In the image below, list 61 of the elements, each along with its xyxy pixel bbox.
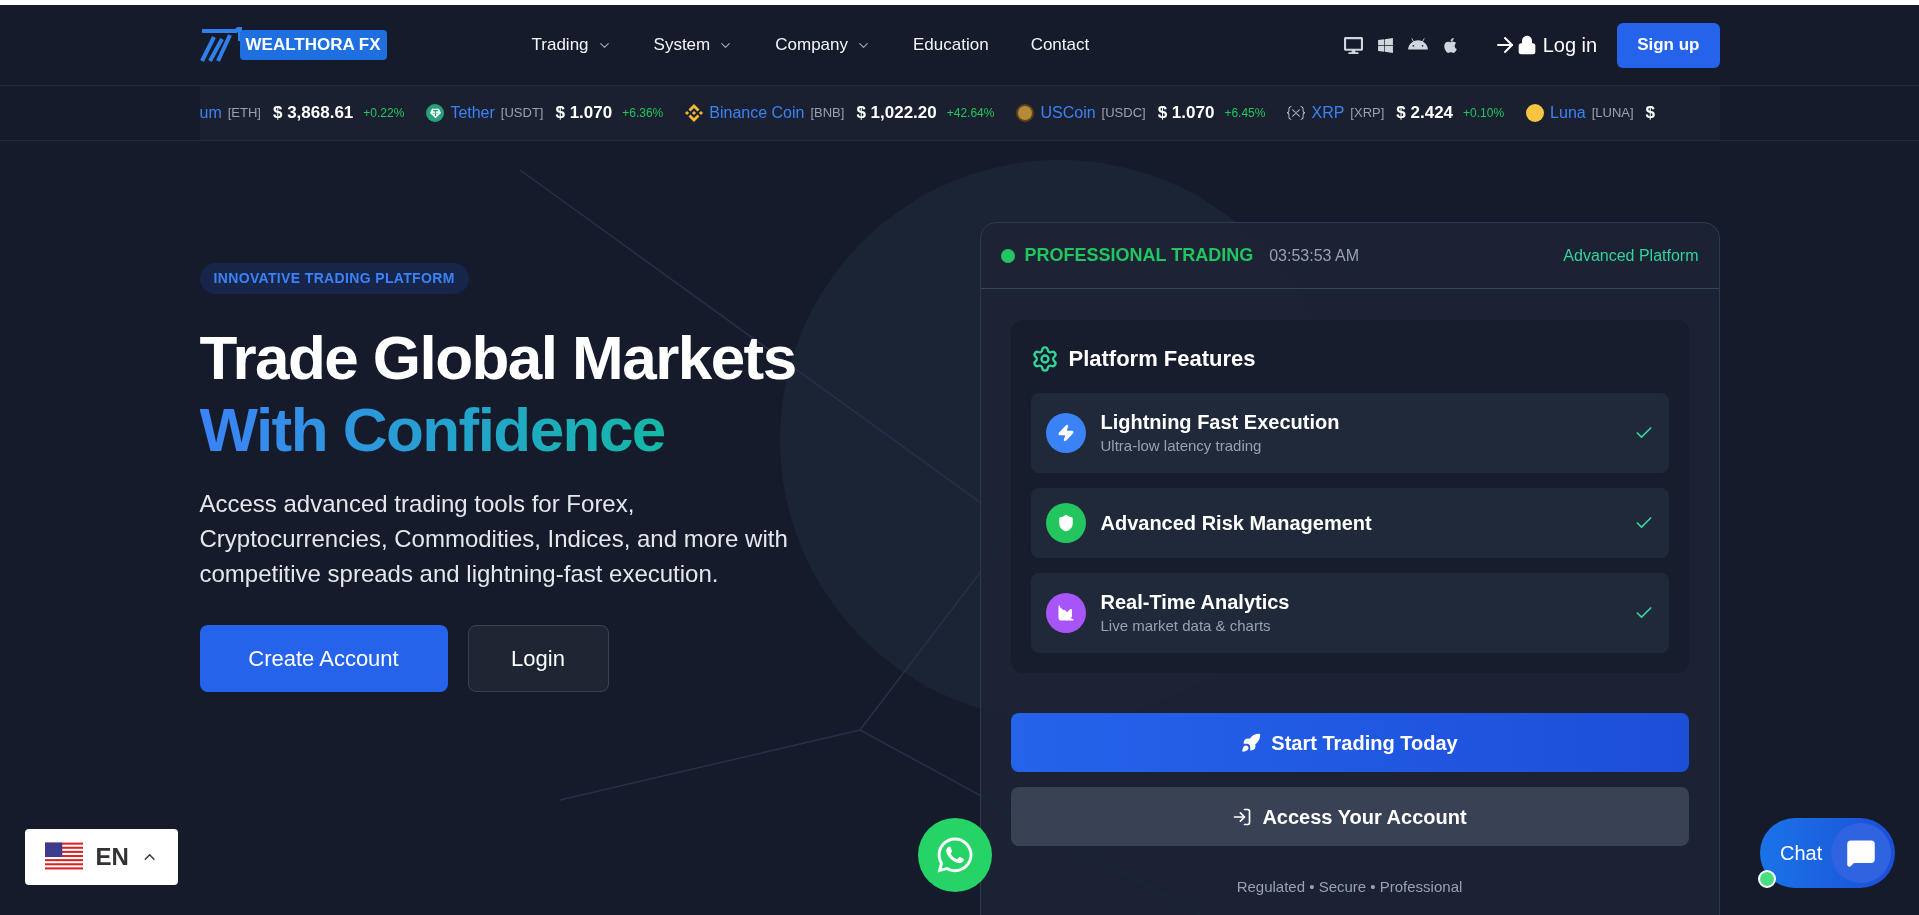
nav-link[interactable]: Education [913, 32, 989, 58]
language-selector[interactable]: EN [25, 829, 178, 885]
coin-price: $ 1.070 [1157, 102, 1215, 125]
windows-icon[interactable] [1376, 36, 1394, 54]
logo-icon [199, 27, 244, 63]
trust-note: Regulated • Secure • Professional [1235, 877, 1464, 897]
feature-subtitle: Ultra-low latency trading [1100, 435, 1263, 456]
feature-subtitle: Live market data & charts [1100, 615, 1272, 636]
feature-title: Advanced Risk Management [1100, 511, 1372, 536]
chat-bubble-icon [1846, 838, 1876, 868]
section-badge: INNOVATIVE TRADING PLATFORM [199, 263, 469, 294]
coin-symbol: [BNB] [810, 104, 845, 123]
login-link[interactable]: Log in [1492, 30, 1598, 60]
coin-change: +0.22% [363, 105, 405, 122]
status-label: PROFESSIONAL TRADING [1024, 244, 1254, 267]
coin-price: $ 3,868.61 [272, 102, 354, 125]
coin-symbol: [XRP] [1350, 104, 1385, 123]
hero-title: Trade Global Markets [199, 322, 797, 394]
sign-in-icon [1232, 806, 1253, 827]
coin-name: USCoin [1040, 103, 1096, 123]
rocket-icon [1241, 732, 1262, 753]
coin-symbol: [LUNA] [1591, 104, 1634, 123]
apple-icon[interactable] [1441, 36, 1459, 54]
feature-title: Real-Time Analytics [1100, 589, 1290, 615]
desktop-icon[interactable] [1343, 35, 1363, 55]
us-flag-icon [45, 842, 84, 872]
coin-price: $ [1645, 102, 1656, 125]
signup-button[interactable]: Sign up [1617, 22, 1720, 68]
create-account-button[interactable]: Create Account [199, 625, 448, 692]
nav-link[interactable]: Trading [531, 32, 612, 58]
platform-tag: Advanced Platform [1563, 243, 1699, 268]
whatsapp-icon [935, 835, 975, 875]
coin-price: $ 1,022.20 [856, 102, 937, 125]
lock-icon [1516, 35, 1537, 55]
nav-link[interactable]: System [653, 32, 734, 58]
coin-price: $ 1.070 [555, 102, 613, 125]
coin-name: Binance Coin [709, 103, 805, 123]
hero-description: Access advanced trading tools for Forex, Cryptocurrencies, Commodities, Indices, and more with competitive spreads and lightning-fast execution. [199, 489, 789, 589]
nav-link[interactable]: Company [775, 32, 871, 58]
coin-name: Luna [1550, 103, 1586, 123]
coin-price: $ 2.424 [1396, 102, 1454, 125]
logo-text[interactable]: WEALTHORA FX [239, 30, 387, 60]
nav-link[interactable]: Contact [1030, 32, 1090, 58]
coin-symbol: [USDC] [1101, 104, 1146, 123]
coin-name: um [199, 103, 222, 123]
start-trading-button[interactable]: Start Trading Today [1010, 713, 1689, 772]
coin-symbol: [USDT] [500, 104, 544, 123]
coin-change: +6.36% [622, 105, 664, 122]
access-account-button[interactable]: Access Your Account [1010, 787, 1689, 846]
login-button[interactable]: Login [467, 625, 609, 692]
clock-time: 03:53:53 AM [1269, 245, 1360, 266]
coin-change: +42.64% [946, 105, 995, 122]
language-code: EN [95, 842, 129, 872]
coin-change: +6.45% [1224, 105, 1266, 122]
features-title: Platform Features [1068, 345, 1256, 373]
coin-symbol: [ETH] [227, 104, 261, 123]
coin-change: +0.10% [1463, 105, 1505, 122]
coin-name: XRP [1311, 103, 1345, 123]
feature-title: Lightning Fast Execution [1100, 409, 1340, 435]
coin-name: Tether [450, 103, 495, 123]
chat-button[interactable]: Chat [1760, 818, 1895, 888]
